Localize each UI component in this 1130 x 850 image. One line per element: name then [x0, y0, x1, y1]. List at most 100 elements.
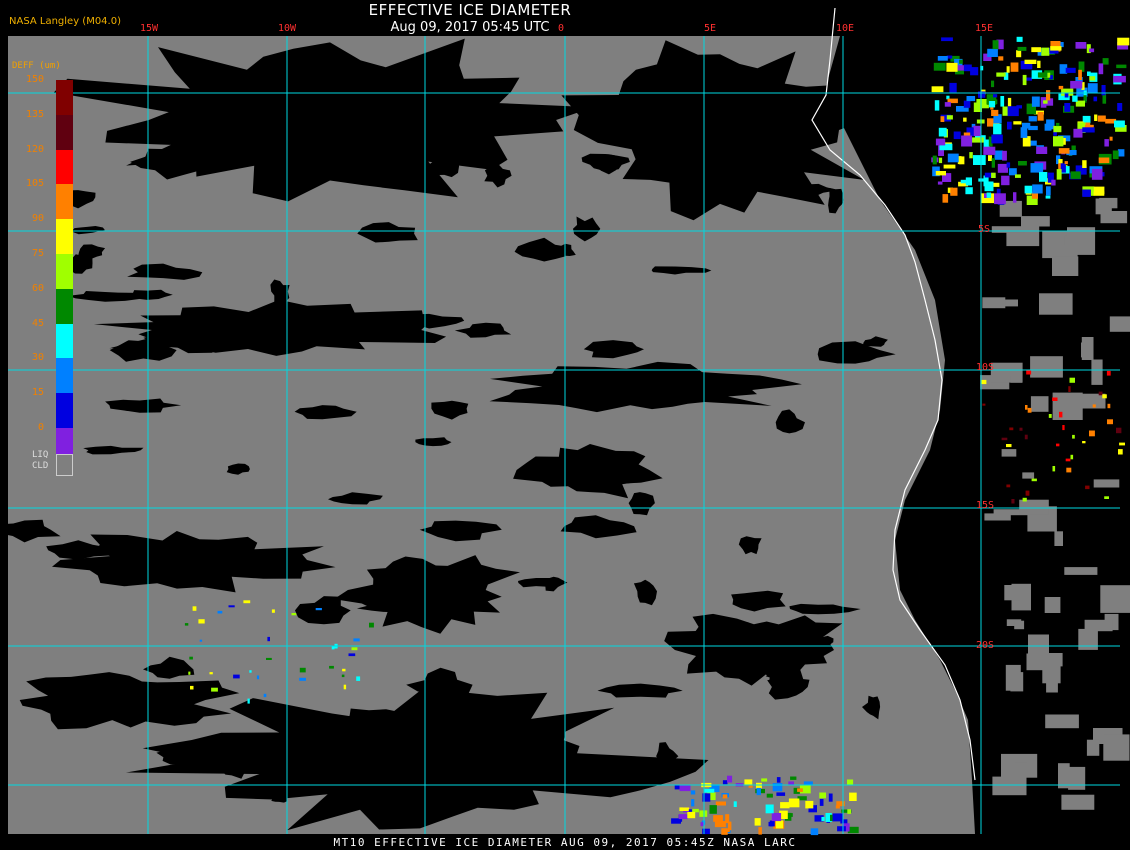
ice-cloud-pixel	[1056, 122, 1060, 127]
ice-cloud-pixel	[678, 814, 688, 820]
land-cloud-patch	[1030, 356, 1063, 378]
ice-cloud-pixel	[699, 810, 708, 817]
ice-cloud-pixel	[1089, 48, 1095, 53]
legend-color-box	[56, 254, 73, 289]
ice-cloud-pixel	[1051, 179, 1056, 186]
ice-cloud-pixel	[247, 698, 250, 704]
ice-cloud-pixel	[1059, 411, 1063, 418]
ice-cloud-pixel	[994, 193, 1006, 205]
liquid-cloud-label: LIQ CLD	[32, 450, 48, 472]
ice-cloud-pixel	[1082, 160, 1087, 168]
ice-cloud-pixel	[771, 813, 782, 822]
land-cloud-patch	[1061, 794, 1095, 810]
land-cloud-patch	[1064, 567, 1098, 575]
ice-cloud-pixel	[687, 811, 696, 819]
ice-cloud-pixel	[1011, 499, 1015, 504]
ice-cloud-pixel	[993, 123, 1002, 135]
ice-cloud-pixel	[1037, 72, 1048, 78]
ice-cloud-pixel	[1114, 120, 1125, 128]
ice-cloud-pixel	[713, 815, 723, 822]
ice-cloud-pixel	[1037, 112, 1044, 121]
ice-cloud-pixel	[679, 784, 691, 792]
ice-cloud-pixel	[1006, 162, 1011, 168]
ice-cloud-pixel	[1093, 186, 1105, 195]
ice-cloud-pixel	[356, 676, 361, 681]
ice-cloud-pixel	[702, 828, 710, 835]
ice-cloud-pixel	[1036, 146, 1048, 154]
ice-cloud-pixel	[978, 178, 986, 182]
ice-cloud-pixel	[1064, 103, 1071, 112]
ice-cloud-pixel	[765, 804, 774, 814]
ice-cloud-pixel	[963, 117, 967, 122]
ice-cloud-pixel	[1082, 127, 1095, 133]
legend-color-box	[56, 288, 73, 324]
ice-cloud-pixel	[1116, 64, 1127, 69]
satellite-map: EFFECTIVE ICE DIAMETER Aug 09, 2017 05:4…	[0, 0, 1130, 850]
ice-cloud-pixel	[1019, 427, 1023, 431]
ice-cloud-pixel	[1053, 136, 1064, 147]
legend-color-box	[56, 80, 73, 115]
ice-cloud-pixel	[679, 807, 690, 811]
ice-cloud-pixel	[1089, 76, 1096, 81]
ice-cloud-pixel	[1082, 441, 1086, 444]
legend-tick: 75	[31, 248, 44, 259]
ice-cloud-pixel	[1070, 80, 1083, 89]
ice-cloud-pixel	[369, 622, 374, 628]
ice-cloud-pixel	[981, 379, 987, 385]
ice-cloud-pixel	[837, 826, 846, 832]
ice-cloud-pixel	[1056, 169, 1062, 180]
ice-cloud-pixel	[1045, 195, 1051, 199]
ice-cloud-pixel	[937, 181, 943, 185]
ice-cloud-pixel	[1107, 419, 1113, 425]
ice-cloud-pixel	[969, 152, 973, 159]
legend-tick: 90	[31, 213, 44, 225]
ice-cloud-pixel	[1024, 59, 1037, 64]
ice-cloud-pixel	[776, 777, 781, 783]
ice-cloud-pixel	[1006, 484, 1011, 488]
ice-cloud-pixel	[959, 59, 963, 64]
land-cloud-patch	[1044, 597, 1061, 613]
liquid-cloud-swatch	[56, 454, 73, 476]
land-cloud-patch	[1081, 342, 1092, 358]
ice-cloud-pixel	[341, 674, 345, 678]
ice-cloud-pixel	[1024, 434, 1028, 440]
legend-color-box	[56, 219, 73, 255]
ice-cloud-pixel	[715, 801, 726, 806]
land-cloud-patch	[1005, 664, 1021, 691]
ice-cloud-pixel	[267, 636, 270, 642]
ice-cloud-pixel	[1069, 377, 1075, 383]
ice-cloud-pixel	[998, 56, 1004, 61]
land-cloud-patch	[1010, 375, 1023, 383]
ice-cloud-pixel	[805, 800, 814, 809]
ice-cloud-pixel	[690, 790, 696, 795]
ice-cloud-pixel	[1031, 47, 1041, 53]
lon-label-5e: 5E	[704, 23, 717, 34]
ice-cloud-pixel	[1070, 454, 1074, 460]
lon-label-15w: 15W	[140, 23, 159, 34]
liquid-label-line2: CLD	[32, 461, 49, 471]
ice-cloud-pixel	[828, 793, 833, 802]
ice-cloud-pixel	[988, 155, 992, 161]
ice-cloud-pixel	[1075, 42, 1087, 49]
land-cloud-patch	[1019, 499, 1049, 515]
producer-label: NASA Langley (M04.0)	[9, 16, 121, 27]
ice-cloud-pixel	[946, 115, 953, 120]
ice-cloud-pixel	[991, 109, 999, 116]
ice-cloud-pixel	[228, 605, 235, 608]
ice-cloud-pixel	[1030, 163, 1044, 173]
ice-cloud-pixel	[758, 827, 762, 835]
ice-cloud-pixel	[1016, 50, 1022, 58]
ice-cloud-pixel	[348, 653, 356, 657]
ice-cloud-pixel	[1109, 136, 1113, 141]
ice-cloud-pixel	[775, 820, 784, 829]
ice-cloud-pixel	[940, 116, 945, 122]
ice-cloud-pixel	[847, 809, 851, 814]
ice-cloud-pixel	[1037, 60, 1041, 68]
ice-cloud-pixel	[1027, 407, 1032, 413]
legend-tick: 45	[31, 317, 44, 329]
ice-cloud-pixel	[1094, 114, 1098, 121]
land-cloud-patch	[1054, 531, 1063, 546]
ice-cloud-pixel	[233, 674, 240, 679]
ice-cloud-pixel	[1018, 161, 1027, 166]
ice-cloud-pixel	[1001, 175, 1010, 186]
